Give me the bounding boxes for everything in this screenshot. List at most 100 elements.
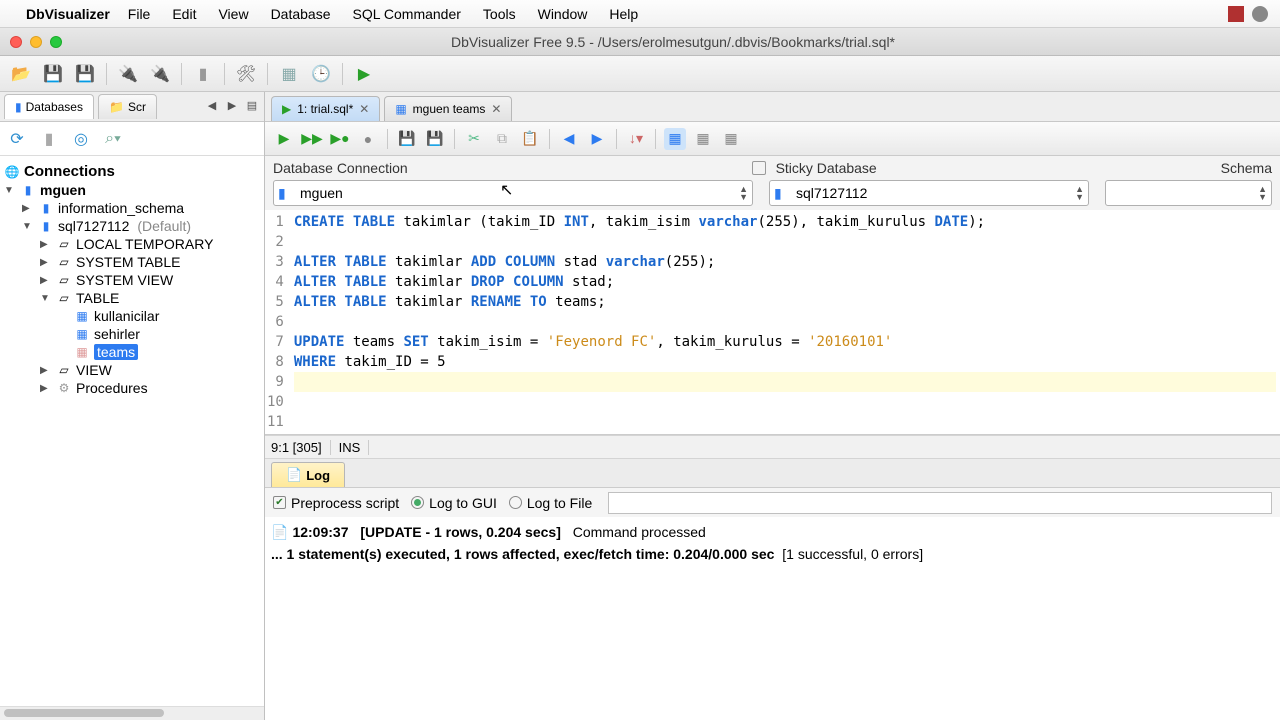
- schema-combo[interactable]: ▲▼: [1105, 180, 1272, 206]
- expand-icon[interactable]: ▶: [40, 275, 52, 286]
- menu-window[interactable]: Window: [538, 6, 588, 22]
- window-minimize-button[interactable]: [30, 36, 42, 48]
- log-summary-bold: ... 1 statement(s) executed, 1 rows affe…: [271, 546, 774, 562]
- expand-icon[interactable]: ▶: [40, 257, 52, 268]
- next-icon[interactable]: ▶: [586, 128, 608, 150]
- menu-sqlcommander[interactable]: SQL Commander: [353, 6, 461, 22]
- database-combo[interactable]: ▮ sql7127112 ▲▼: [769, 180, 1089, 206]
- clock-icon[interactable]: 🕒: [310, 63, 332, 85]
- log-file-radio[interactable]: Log to File: [509, 495, 592, 511]
- preprocess-checkbox[interactable]: ✔Preprocess script: [273, 495, 399, 511]
- execute-explain-icon[interactable]: ▶●: [329, 128, 351, 150]
- tree-category[interactable]: VIEW: [76, 362, 112, 378]
- window-zoom-button[interactable]: [50, 36, 62, 48]
- log-gui-radio[interactable]: Log to GUI: [411, 495, 497, 511]
- menu-help[interactable]: Help: [609, 6, 638, 22]
- sidebar-tab-databases[interactable]: ▮ Databases: [4, 94, 94, 119]
- filetab-teams[interactable]: ▦ mguen teams ✕: [384, 96, 512, 121]
- sidebar-scrollbar-x[interactable]: [0, 706, 264, 720]
- execute-icon[interactable]: ▶: [273, 128, 295, 150]
- run-icon[interactable]: ▶: [353, 63, 375, 85]
- tree-category[interactable]: LOCAL TEMPORARY: [76, 236, 213, 252]
- menu-file[interactable]: File: [128, 6, 151, 22]
- saveas-icon[interactable]: 💾: [74, 63, 96, 85]
- loggui-label: Log to GUI: [429, 495, 497, 511]
- menu-database[interactable]: Database: [271, 6, 331, 22]
- copy-icon[interactable]: ⧉: [491, 128, 513, 150]
- log-file-input[interactable]: [608, 492, 1272, 514]
- log-msg: Command processed: [573, 521, 706, 543]
- tree-table-selected[interactable]: teams: [94, 344, 138, 360]
- tree-table[interactable]: sehirler: [94, 326, 140, 342]
- expand-icon[interactable]: ▶: [40, 365, 52, 376]
- expand-icon[interactable]: ▼: [22, 221, 34, 232]
- connection-combo[interactable]: ▮ mguen ▲▼: [273, 180, 753, 206]
- table-icon: ▦: [74, 344, 90, 360]
- logfile-label: Log to File: [527, 495, 592, 511]
- save-icon[interactable]: 💾: [42, 63, 64, 85]
- database-icon: ▮: [15, 100, 22, 114]
- refresh-icon[interactable]: ⟳: [6, 128, 28, 150]
- nav-back-icon[interactable]: ◀: [204, 99, 220, 115]
- paste-icon[interactable]: 📋: [519, 128, 541, 150]
- prev-icon[interactable]: ◀: [558, 128, 580, 150]
- menu-edit[interactable]: Edit: [172, 6, 196, 22]
- window-close-button[interactable]: [10, 36, 22, 48]
- table-icon[interactable]: ▦: [278, 63, 300, 85]
- disconnect-icon[interactable]: 🔌: [149, 63, 171, 85]
- tree-category[interactable]: SYSTEM VIEW: [76, 272, 173, 288]
- saveas-icon[interactable]: 💾: [424, 128, 446, 150]
- layout-1-icon[interactable]: ▦: [664, 128, 686, 150]
- connection-tree[interactable]: 🌐Connections ▼▮mguen ▶▮information_schem…: [0, 156, 264, 706]
- expand-icon[interactable]: ▶: [40, 383, 52, 394]
- log-tab[interactable]: 📄 Log: [271, 462, 345, 487]
- close-icon[interactable]: ✕: [359, 102, 369, 116]
- filetab-label: 1: trial.sql*: [297, 102, 353, 116]
- folder-icon: ▱: [56, 236, 72, 252]
- stop-db-icon[interactable]: ▮: [192, 63, 214, 85]
- expand-icon[interactable]: ▼: [40, 293, 52, 304]
- expand-icon[interactable]: ▼: [4, 185, 16, 196]
- save-icon[interactable]: 💾: [396, 128, 418, 150]
- menu-view[interactable]: View: [218, 6, 248, 22]
- nav-fwd-icon[interactable]: ▶: [224, 99, 240, 115]
- tree-conn[interactable]: mguen: [40, 182, 86, 198]
- open-icon[interactable]: 📂: [10, 63, 32, 85]
- stop-icon[interactable]: ▮: [38, 128, 60, 150]
- sidebar-tab-scripts[interactable]: 📁 Scr: [98, 94, 157, 119]
- layout-2-icon[interactable]: ▦: [692, 128, 714, 150]
- main-toolbar: 📂 💾 💾 🔌 🔌 ▮ 🛠 ▦ 🕒 ▶: [0, 56, 1280, 92]
- tree-schema[interactable]: sql7127112: [58, 218, 129, 234]
- nav-list-icon[interactable]: ▤: [244, 99, 260, 115]
- insert-mode: INS: [339, 440, 370, 455]
- layout-3-icon[interactable]: ▦: [720, 128, 742, 150]
- menubar-extra-icon-1[interactable]: [1228, 6, 1244, 22]
- menu-tools[interactable]: Tools: [483, 6, 516, 22]
- tree-category[interactable]: Procedures: [76, 380, 148, 396]
- close-icon[interactable]: ✕: [491, 102, 501, 116]
- sticky-checkbox[interactable]: [752, 161, 766, 175]
- schema-icon: ▮: [38, 218, 54, 234]
- tools-icon[interactable]: 🛠: [235, 63, 257, 85]
- tree-schema[interactable]: information_schema: [58, 200, 184, 216]
- expand-icon[interactable]: ▶: [40, 239, 52, 250]
- schema-label: Schema: [1221, 160, 1272, 176]
- menubar-extra-icon-2[interactable]: [1252, 6, 1268, 22]
- tree-category[interactable]: SYSTEM TABLE: [76, 254, 181, 270]
- editor-code[interactable]: CREATE TABLE takimlar (takim_ID INT, tak…: [290, 210, 1280, 434]
- filter-icon[interactable]: ⌕▾: [102, 128, 124, 150]
- database-icon: ▮: [20, 182, 36, 198]
- filetab-trial[interactable]: ▶ 1: trial.sql* ✕: [271, 96, 380, 121]
- cut-icon[interactable]: ✂: [463, 128, 485, 150]
- target-icon[interactable]: ◎: [70, 128, 92, 150]
- connect-icon[interactable]: 🔌: [117, 63, 139, 85]
- stop-icon[interactable]: ●: [357, 128, 379, 150]
- window-titlebar: DbVisualizer Free 9.5 - /Users/erolmesut…: [0, 28, 1280, 56]
- expand-icon[interactable]: ▶: [22, 203, 34, 214]
- tree-table[interactable]: kullanicilar: [94, 308, 159, 324]
- tree-category[interactable]: TABLE: [76, 290, 119, 306]
- history-icon[interactable]: ↓▾: [625, 128, 647, 150]
- sql-editor[interactable]: 1234567891011 CREATE TABLE takimlar (tak…: [265, 210, 1280, 435]
- execute-current-icon[interactable]: ▶▶: [301, 128, 323, 150]
- app-name[interactable]: DbVisualizer: [26, 6, 110, 22]
